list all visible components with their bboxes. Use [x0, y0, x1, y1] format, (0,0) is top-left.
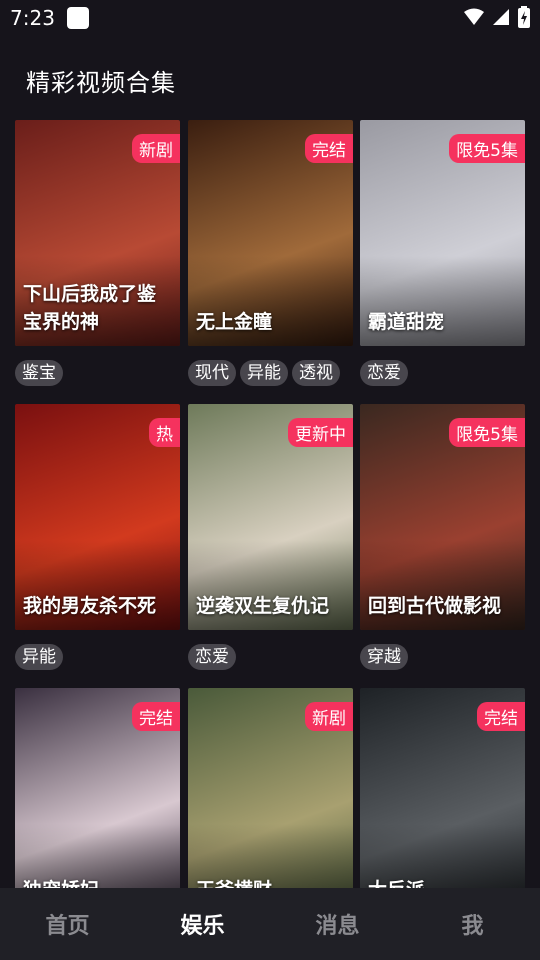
bottom-nav: 首页 娱乐 消息我 [0, 888, 540, 960]
video-poster[interactable]: 回到古代做影视 限免5集 [360, 404, 525, 630]
video-poster[interactable]: 我的男友杀不死 热 [15, 404, 180, 630]
video-poster[interactable]: 独宠娇妃完结 [15, 688, 180, 914]
video-poster[interactable]: 下山后我成了鉴宝界的神 新剧 [15, 120, 180, 346]
wifi-icon [464, 8, 484, 25]
video-title: 下山后我成了鉴宝界的神 [23, 283, 157, 333]
genre-tag[interactable]: 异能 [15, 644, 63, 670]
video-title: 霸道甜宠 [368, 311, 445, 333]
genre-tag[interactable]: 恋爱 [360, 360, 408, 386]
nav-tab[interactable]: 首页 [0, 908, 135, 940]
status-badge: 新剧 [305, 702, 353, 731]
status-badge: 限免5集 [449, 418, 525, 447]
video-poster[interactable]: 王爷横财新剧 [188, 688, 353, 914]
video-poster[interactable]: 霸道甜宠 限免5集 [360, 120, 525, 346]
genre-tag[interactable]: 透视 [292, 360, 340, 386]
tag-list: 穿越 [360, 644, 408, 670]
app-notification-icon [67, 7, 89, 29]
video-poster[interactable]: 逆袭双生复仇记 更新中 [188, 404, 353, 630]
video-title: 逆袭双生复仇记 [196, 595, 330, 617]
status-badge: 完结 [477, 702, 525, 731]
tag-list: 现代 异能 透视 [188, 360, 340, 386]
genre-tag[interactable]: 穿越 [360, 644, 408, 670]
status-badge: 限免5集 [449, 134, 525, 163]
tag-list: 恋爱 [188, 644, 236, 670]
status-badge: 更新中 [288, 418, 353, 447]
nav-tab[interactable]: 娱乐 [135, 908, 270, 940]
video-title: 无上金瞳 [196, 311, 273, 333]
tag-list: 恋爱 [360, 360, 408, 386]
nav-tab[interactable]: 我 [405, 908, 540, 940]
battery-icon [518, 6, 530, 28]
status-bar: 7:23 [0, 0, 540, 36]
video-poster[interactable]: 大反派完结 [360, 688, 525, 914]
status-time: 7:23 [10, 6, 55, 30]
tag-list: 鉴宝 [15, 360, 63, 386]
nav-tab[interactable]: 消息 [270, 908, 405, 940]
genre-tag[interactable]: 恋爱 [188, 644, 236, 670]
status-badge: 完结 [305, 134, 353, 163]
genre-tag[interactable]: 鉴宝 [15, 360, 63, 386]
video-title: 回到古代做影视 [368, 595, 502, 617]
genre-tag[interactable]: 现代 [188, 360, 236, 386]
page-title: 精彩视频合集 [26, 69, 176, 97]
status-icons [464, 6, 530, 28]
video-title: 我的男友杀不死 [23, 595, 157, 617]
genre-tag[interactable]: 异能 [240, 360, 288, 386]
signal-icon [493, 9, 509, 25]
status-badge: 热 [149, 418, 180, 447]
status-badge: 新剧 [132, 134, 180, 163]
video-poster[interactable]: 无上金瞳 完结 [188, 120, 353, 346]
tag-list: 异能 [15, 644, 63, 670]
status-badge: 完结 [132, 702, 180, 731]
